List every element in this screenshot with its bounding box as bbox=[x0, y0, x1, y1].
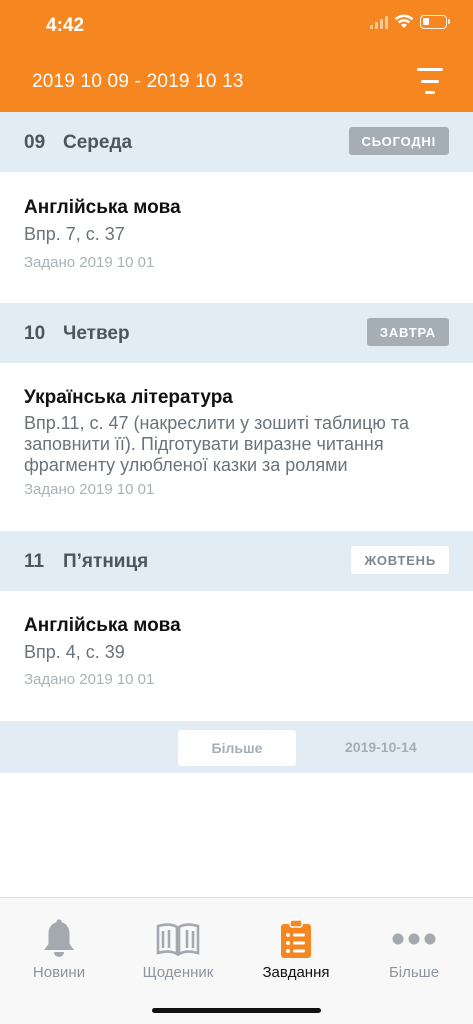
day-name: Середа bbox=[63, 132, 133, 153]
filter-icon bbox=[417, 68, 443, 71]
tab-label: Завдання bbox=[262, 964, 330, 981]
top-header: 4:42 2019 10 09 - 2019 10 13 bbox=[0, 0, 473, 112]
tab-bar: Новини Щоденник Завдання Більше bbox=[0, 897, 473, 1024]
tab-more[interactable]: Більше bbox=[355, 918, 473, 988]
day-header-friday: 11 П’ятниця ЖОВТЕНЬ bbox=[0, 531, 473, 591]
month-badge: ЖОВТЕНЬ bbox=[351, 546, 449, 574]
homework-subject: Англійська мова bbox=[24, 615, 181, 636]
load-more-button[interactable]: Більше bbox=[178, 730, 296, 766]
tab-tasks[interactable]: Завдання bbox=[237, 918, 355, 988]
wifi-icon bbox=[394, 14, 414, 28]
tab-label: Новини bbox=[32, 964, 86, 981]
battery-icon bbox=[420, 14, 450, 29]
homework-assigned-date: Задано 2019 10 01 bbox=[24, 481, 155, 498]
homework-item[interactable]: Англійська мова Впр. 4, с. 39 Задано 201… bbox=[0, 591, 473, 721]
tab-diary[interactable]: Щоденник bbox=[119, 918, 237, 988]
homework-subject: Українська література bbox=[24, 387, 233, 408]
today-badge: СЬОГОДНІ bbox=[348, 127, 449, 155]
tab-label: Більше bbox=[388, 964, 440, 981]
day-number: 10 bbox=[24, 323, 46, 344]
homework-assigned-date: Задано 2019 10 01 bbox=[24, 671, 155, 688]
home-indicator[interactable] bbox=[152, 1008, 321, 1013]
clipboard-icon bbox=[281, 919, 311, 958]
day-header-wednesday: 09 Середа СЬОГОДНІ bbox=[0, 112, 473, 172]
day-header-thursday: 10 Четвер ЗАВТРА bbox=[0, 303, 473, 363]
status-time: 4:42 bbox=[46, 15, 85, 36]
tomorrow-badge: ЗАВТРА bbox=[366, 318, 449, 346]
next-date-label: 2019-10-14 bbox=[345, 739, 417, 755]
load-more-row: Більше 2019-10-14 bbox=[0, 721, 473, 773]
homework-assigned-date: Задано 2019 10 01 bbox=[24, 254, 155, 271]
tab-label: Щоденник bbox=[142, 964, 214, 981]
homework-item[interactable]: Українська література Впр.11, с. 47 (нак… bbox=[0, 363, 473, 531]
bell-icon bbox=[44, 919, 74, 957]
day-number: 11 bbox=[24, 551, 45, 572]
date-range-label[interactable]: 2019 10 09 - 2019 10 13 bbox=[32, 71, 244, 93]
day-number: 09 bbox=[24, 132, 46, 153]
homework-task: Впр.11, с. 47 (накреслити у зошиті табли… bbox=[24, 413, 409, 475]
day-name: Четвер bbox=[63, 323, 130, 344]
homework-task: Впр. 4, с. 39 bbox=[24, 642, 125, 662]
signal-icon bbox=[370, 15, 388, 29]
status-icons bbox=[370, 14, 450, 29]
homework-task: Впр. 7, с. 37 bbox=[24, 224, 125, 244]
tab-news[interactable]: Новини bbox=[0, 918, 118, 988]
homework-item[interactable]: Англійська мова Впр. 7, с. 37 Задано 201… bbox=[0, 172, 473, 303]
filter-button[interactable] bbox=[415, 68, 445, 94]
more-dots-icon bbox=[392, 933, 436, 945]
book-icon bbox=[156, 923, 200, 956]
homework-subject: Англійська мова bbox=[24, 197, 181, 218]
day-name: П’ятниця bbox=[63, 551, 149, 572]
